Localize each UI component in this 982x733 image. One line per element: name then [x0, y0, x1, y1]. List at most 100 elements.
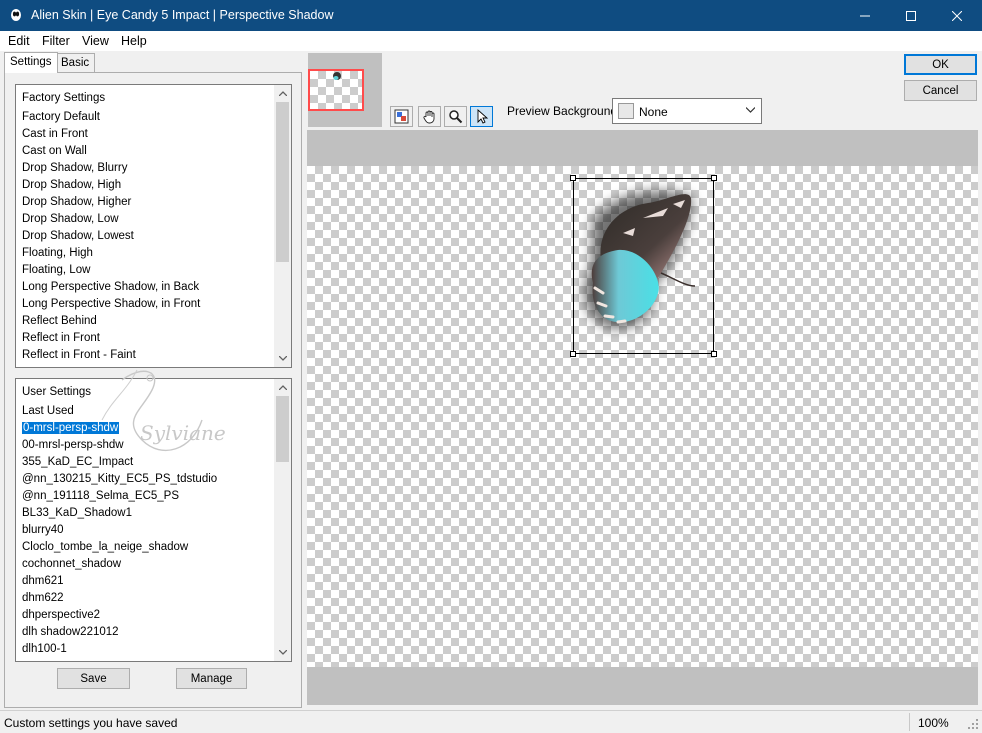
factory-setting-item-label: Reflect Behind	[22, 315, 97, 327]
hand-tool-button[interactable]	[418, 106, 441, 127]
scroll-thumb[interactable]	[276, 102, 289, 262]
user-setting-item[interactable]: Last Used	[22, 403, 274, 420]
factory-setting-item[interactable]: Cast on Wall	[22, 143, 274, 160]
user-setting-item[interactable]: BL33_KaD_Shadow1	[22, 505, 274, 522]
factory-setting-item[interactable]: Drop Shadow, Higher	[22, 194, 274, 211]
scroll-down-arrow[interactable]	[274, 644, 291, 661]
user-setting-item[interactable]: blurry40	[22, 522, 274, 539]
zoom-level: 100%	[918, 716, 949, 730]
user-setting-item-label: 0-mrsl-persp-shdw	[20, 421, 121, 435]
resize-handle[interactable]	[570, 175, 576, 181]
user-setting-item-label: dhm621	[22, 575, 64, 587]
chevron-up-icon	[278, 385, 287, 390]
chevron-down-icon	[746, 107, 755, 113]
factory-setting-item[interactable]: Drop Shadow, High	[22, 177, 274, 194]
factory-setting-item-label: Floating, Low	[22, 264, 91, 276]
user-setting-item[interactable]: @nn_130215_Kitty_EC5_PS_tdstudio	[22, 471, 274, 488]
butterfly-thumbnail-icon	[333, 72, 341, 80]
hand-icon	[423, 110, 435, 124]
save-button[interactable]: Save	[57, 668, 130, 689]
select-tool-button[interactable]	[470, 106, 493, 127]
selection-box[interactable]	[570, 175, 717, 357]
factory-setting-item[interactable]: Factory Default	[22, 109, 274, 126]
user-setting-item[interactable]: 355_KaD_EC_Impact	[22, 454, 274, 471]
user-setting-item[interactable]: dhm622	[22, 590, 274, 607]
menu-help[interactable]: Help	[121, 34, 147, 48]
factory-setting-item[interactable]: Drop Shadow, Blurry	[22, 160, 274, 177]
zoom-icon	[449, 110, 463, 124]
user-setting-item-label: blurry40	[22, 524, 64, 536]
menu-bar: Edit Filter View Help	[0, 31, 982, 51]
user-setting-item[interactable]: dhm621	[22, 573, 274, 590]
zoom-tool-button[interactable]	[444, 106, 467, 127]
scroll-down-arrow[interactable]	[274, 350, 291, 367]
factory-setting-item-label: Drop Shadow, High	[22, 179, 122, 191]
user-setting-item[interactable]: 00-mrsl-persp-shdw	[22, 437, 274, 454]
ok-button[interactable]: OK	[904, 54, 977, 75]
resize-handle[interactable]	[711, 351, 717, 357]
user-setting-item-label: dlh shadow221012	[22, 626, 119, 638]
factory-settings-list[interactable]: Factory Settings Factory Default Cast in …	[15, 84, 292, 368]
factory-setting-item-label: Long Perspective Shadow, in Front	[22, 298, 201, 310]
factory-setting-item-label: Drop Shadow, Blurry	[22, 162, 128, 174]
navigator-thumbnail[interactable]	[308, 69, 364, 111]
resize-handle[interactable]	[570, 351, 576, 357]
factory-settings-items: Factory Settings Factory Default Cast in …	[16, 85, 274, 367]
factory-setting-item[interactable]: Long Perspective Shadow, in Back	[22, 279, 274, 296]
menu-edit[interactable]: Edit	[8, 34, 30, 48]
factory-setting-item[interactable]: Reflect in Front	[22, 330, 274, 347]
background-swatch	[618, 103, 634, 119]
user-setting-item[interactable]: dlh shadow221012	[22, 624, 274, 641]
scroll-up-arrow[interactable]	[274, 85, 291, 102]
user-setting-item-label: Cloclo_tombe_la_neige_shadow	[22, 541, 189, 553]
menu-filter[interactable]: Filter	[42, 34, 70, 48]
factory-setting-item[interactable]: Reflect in Front - Faint	[22, 347, 274, 364]
factory-settings-header: Factory Settings	[22, 92, 106, 104]
user-settings-list[interactable]: User Settings Last Used 0-mrsl-persp-shdw…	[15, 378, 292, 662]
tab-basic[interactable]: Basic	[55, 53, 96, 73]
menu-view[interactable]: View	[82, 34, 109, 48]
manage-button[interactable]: Manage	[176, 668, 247, 689]
factory-scrollbar[interactable]	[274, 85, 291, 367]
factory-setting-item[interactable]: Reflect Behind	[22, 313, 274, 330]
resize-grip-icon[interactable]	[967, 718, 979, 730]
arrow-icon	[477, 109, 489, 124]
title-bar: Alien Skin | Eye Candy 5 Impact | Perspe…	[0, 0, 982, 31]
user-setting-item[interactable]: @nn_191118_Selma_EC5_PS	[22, 488, 274, 505]
factory-setting-item[interactable]: Drop Shadow, Lowest	[22, 228, 274, 245]
user-setting-item[interactable]: dhperspective2	[22, 607, 274, 624]
preview-background-value: None	[639, 105, 668, 119]
preview-toggle-button[interactable]	[390, 106, 413, 127]
chevron-down-icon	[278, 356, 287, 361]
user-setting-item-label: 355_KaD_EC_Impact	[22, 456, 134, 468]
resize-handle[interactable]	[711, 175, 717, 181]
user-setting-item-label: BL33_KaD_Shadow1	[22, 507, 132, 519]
user-setting-item[interactable]: dlh100-1	[22, 641, 274, 658]
tab-settings[interactable]: Settings	[4, 52, 58, 73]
maximize-icon	[906, 10, 916, 21]
minimize-button[interactable]	[842, 0, 888, 31]
cancel-button[interactable]: Cancel	[904, 80, 977, 101]
user-setting-item[interactable]: 0-mrsl-persp-shdw	[20, 420, 274, 437]
factory-setting-item[interactable]: Floating, Low	[22, 262, 274, 279]
factory-setting-item-label: Floating, High	[22, 247, 93, 259]
maximize-button[interactable]	[888, 0, 934, 31]
factory-setting-item[interactable]: Floating, High	[22, 245, 274, 262]
preview-background-label: Preview Background:	[507, 104, 621, 118]
scroll-thumb[interactable]	[276, 396, 289, 462]
user-setting-item-label: Last Used	[22, 405, 74, 417]
factory-setting-item[interactable]: Long Perspective Shadow, in Front	[22, 296, 274, 313]
user-settings-header: User Settings	[22, 386, 92, 398]
factory-setting-item-label: Long Perspective Shadow, in Back	[22, 281, 200, 293]
user-setting-item-label: dhperspective2	[22, 609, 100, 621]
user-setting-item-label: dlh100-1	[22, 643, 67, 655]
scroll-up-arrow[interactable]	[274, 379, 291, 396]
close-button[interactable]	[934, 0, 980, 31]
factory-setting-item[interactable]: Drop Shadow, Low	[22, 211, 274, 228]
user-scrollbar[interactable]	[274, 379, 291, 661]
preview-background-select[interactable]: None	[612, 98, 762, 124]
user-setting-item-label: cochonnet_shadow	[22, 558, 122, 570]
user-setting-item[interactable]: cochonnet_shadow	[22, 556, 274, 573]
factory-setting-item[interactable]: Cast in Front	[22, 126, 274, 143]
user-setting-item[interactable]: Cloclo_tombe_la_neige_shadow	[22, 539, 274, 556]
